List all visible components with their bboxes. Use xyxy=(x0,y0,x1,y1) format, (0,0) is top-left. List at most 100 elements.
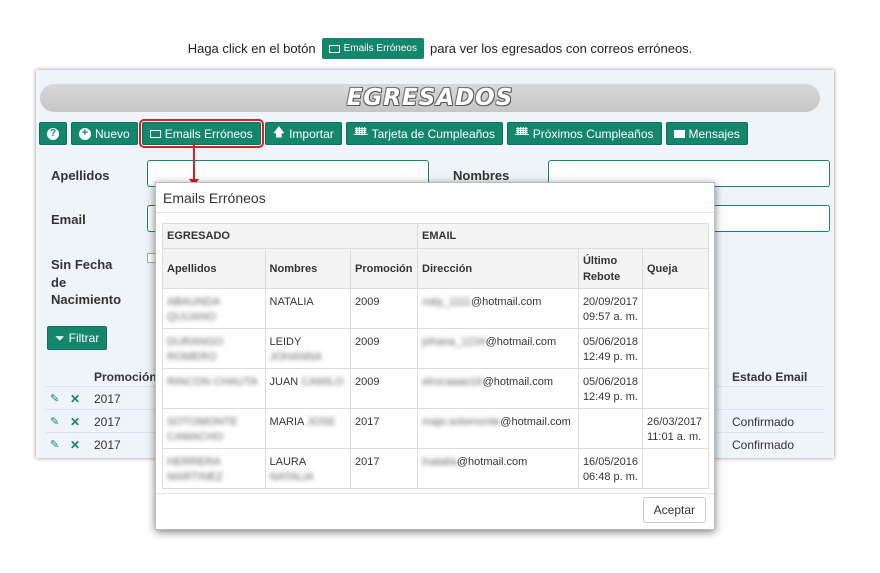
nombres-cell: LEIDY JOHANNA xyxy=(264,328,352,369)
rebote-header-line-2: Rebote xyxy=(582,270,621,283)
filter-icon: ⏷ xyxy=(55,330,65,345)
rebote-time: 09:57 a. m. xyxy=(582,311,638,323)
apellido-2: ROMERO xyxy=(167,351,217,363)
email-user: elrocaaao16 xyxy=(422,376,483,388)
pencil-icon[interactable]: ✎ xyxy=(50,438,59,451)
egresado-group-header: EGRESADO xyxy=(161,223,419,249)
rebote-date: 05/06/2018 xyxy=(582,336,638,348)
apellido-1: SOTOMONTE xyxy=(167,416,238,428)
email-domain: @hotmail.com xyxy=(500,416,571,428)
rebote-time: 06:48 p. m. xyxy=(582,471,638,483)
email-user: naty_1111 xyxy=(422,296,471,308)
sin-fecha-label-2: de xyxy=(51,275,67,290)
aceptar-button[interactable]: Aceptar xyxy=(642,497,706,523)
sin-fecha-label-1: Sin Fecha xyxy=(51,257,113,272)
promocion-cell: 2009 xyxy=(350,368,419,409)
nombres-cell: NATALIA xyxy=(264,288,352,329)
direccion-cell: majo.sotomonte@hotmail.com xyxy=(417,408,579,449)
emails-erroneos-modal: Emails Erróneos EGRESADO EMAIL Apellidos… xyxy=(155,182,715,530)
proximos-cumpleanos-button[interactable]: ᚙ Próximos Cumpleaños xyxy=(506,122,662,145)
emails-erroneos-button[interactable]: Emails Erróneos xyxy=(138,119,264,148)
help-button[interactable]: ? xyxy=(39,122,67,145)
nombres-cell: JUAN CAMILO xyxy=(264,368,352,409)
apellido-1: DURANGO xyxy=(167,336,224,348)
queja-cell xyxy=(642,328,709,369)
direccion-cell: elrocaaao16@hotmail.com xyxy=(417,368,579,409)
apellido-1: RINCON CHAUTA xyxy=(167,376,258,388)
table-row: DURANGO ROMERO LEIDY JOHANNA 2009 johana_1… xyxy=(162,328,709,369)
emails-erroneos-label: Emails Erróneos xyxy=(164,126,253,141)
queja-column-header: Queja xyxy=(642,248,709,289)
instruction-after: para ver los egresados con correos errón… xyxy=(429,41,693,56)
rebote-date: 20/09/2017 xyxy=(582,296,638,308)
promocion-header: Promoción xyxy=(94,370,157,384)
promocion-cell: 2017 xyxy=(94,438,121,452)
pencil-icon[interactable]: ✎ xyxy=(50,415,59,428)
nuevo-button[interactable]: + Nuevo xyxy=(71,122,138,145)
queja-cell xyxy=(642,288,709,329)
rebote-header-line-1: Último xyxy=(582,254,618,267)
nombre-1: LEIDY xyxy=(269,336,302,348)
modal-title: Emails Erróneos xyxy=(163,190,266,206)
tarjeta-label: Tarjeta de Cumpleaños xyxy=(371,126,495,141)
apellido-1: HERRERA xyxy=(167,456,221,468)
rebote-cell xyxy=(577,408,644,449)
emails-table: EGRESADO EMAIL Apellidos Nombres Promoci… xyxy=(161,223,709,489)
apellidos-cell: DURANGO ROMERO xyxy=(162,328,266,369)
importar-label: Importar xyxy=(289,126,334,141)
apellidos-column-header: Apellidos xyxy=(162,248,266,289)
instruction-line: Haga click en el botón Emails Erróneos p… xyxy=(0,38,880,59)
nuevo-label: Nuevo xyxy=(95,126,130,141)
importar-button[interactable]: 🡅 Importar xyxy=(264,122,342,145)
nombre-1: NATALIA xyxy=(269,296,314,308)
queja-cell: 26/03/2017 11:01 a. m. xyxy=(642,408,709,449)
nombre-1: JUAN xyxy=(269,376,299,388)
queja-time: 11:01 a. m. xyxy=(647,431,702,443)
rebote-cell: 20/09/2017 09:57 a. m. xyxy=(577,288,644,329)
email-domain: @hotmail.com xyxy=(485,336,557,348)
email-user: johana_1234 xyxy=(422,336,486,348)
filtrar-label: Filtrar xyxy=(68,331,100,345)
table-row: RINCON CHAUTA JUAN CAMILO 2009 elrocaaao… xyxy=(162,368,709,409)
rebote-cell: 05/06/2018 12:49 p. m. xyxy=(577,328,644,369)
delete-icon[interactable]: ✕ xyxy=(70,438,80,452)
email-label: Email xyxy=(51,212,86,227)
page-title: EGRESADOS xyxy=(346,85,514,111)
rebote-cell: 16/05/2016 06:48 p. m. xyxy=(577,448,644,489)
instruction-before: Haga click en el botón xyxy=(187,41,316,56)
apellidos-label: Apellidos xyxy=(51,168,110,183)
nombres-label: Nombres xyxy=(453,168,510,183)
cake-icon: ᚙ xyxy=(353,126,368,141)
promocion-cell: 2009 xyxy=(350,288,419,329)
tarjeta-cumpleanos-button[interactable]: ᚙ Tarjeta de Cumpleaños xyxy=(345,122,503,145)
pencil-icon[interactable]: ✎ xyxy=(50,392,59,405)
promocion-cell: 2017 xyxy=(94,392,121,406)
sin-fecha-label-3: Nacimiento xyxy=(51,292,122,307)
email-domain: @hotmail.com xyxy=(470,296,542,308)
queja-cell xyxy=(642,448,709,489)
proximos-label: Próximos Cumpleaños xyxy=(532,126,654,141)
instruction-button-label: Emails Erróneos xyxy=(343,43,417,54)
promocion-cell: 2017 xyxy=(94,415,121,429)
nombre-2: JOSE xyxy=(306,416,336,428)
mensajes-label: Mensajes xyxy=(688,126,740,141)
email-group-header: EMAIL xyxy=(417,223,709,249)
queja-date: 26/03/2017 xyxy=(647,416,703,428)
envelope-icon xyxy=(328,44,340,53)
toolbar: ? + Nuevo Emails Erróneos 🡅 Importar ᚙ T… xyxy=(39,119,748,148)
email-domain: @hotmail.com xyxy=(456,456,528,468)
estado-cell: Confirmado xyxy=(732,438,795,452)
rebote-date: 16/05/2016 xyxy=(582,456,638,468)
filtrar-button[interactable]: ⏷ Filtrar xyxy=(47,326,108,350)
cake-icon: ᚙ xyxy=(514,126,529,141)
direccion-cell: johana_1234@hotmail.com xyxy=(417,328,579,369)
nombres-cell: LAURA NATALIA xyxy=(264,448,352,489)
delete-icon[interactable]: ✕ xyxy=(70,415,80,429)
nombre-2: CAMILO xyxy=(301,376,344,388)
rebote-time: 12:49 p. m. xyxy=(582,351,638,363)
mensajes-button[interactable]: Mensajes xyxy=(665,122,748,145)
delete-icon[interactable]: ✕ xyxy=(70,392,80,406)
queja-cell xyxy=(642,368,709,409)
nombre-1: MARIA xyxy=(269,416,304,428)
table-row: ABAUNDA QUIJANO NATALIA 2009 naty_1111@ho… xyxy=(162,288,709,329)
